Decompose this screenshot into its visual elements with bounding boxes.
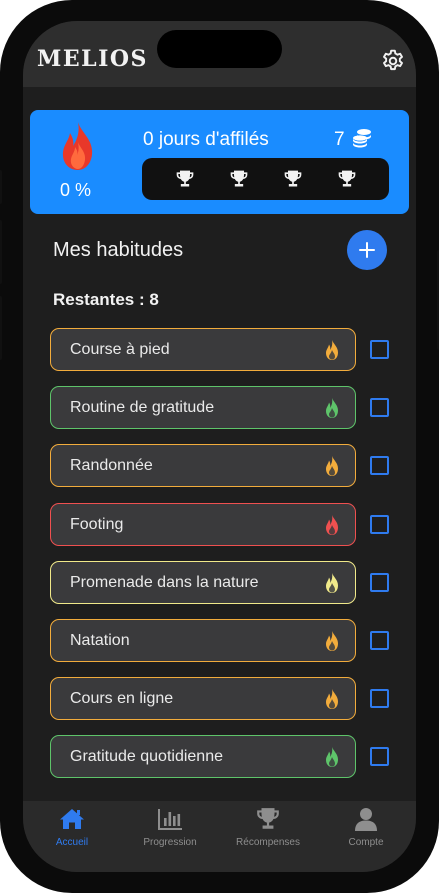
habit-checkbox[interactable] [370,747,389,766]
user-icon [355,808,377,831]
trophy-icon [230,170,248,187]
trophy-bar [142,158,389,200]
flame-icon [326,456,338,476]
habit-name: Footing [70,516,124,533]
streak-days: 0 jours d'affilés [143,129,269,150]
coins-icon [353,129,371,148]
tab-label: Compte [348,837,384,848]
habit-item[interactable]: Promenade dans la nature [50,561,356,604]
volume-down-button [0,296,2,360]
habit-item[interactable]: Gratitude quotidienne [50,735,356,778]
habit-checkbox[interactable] [370,456,389,475]
flame-icon [62,122,93,170]
habit-name: Routine de gratitude [70,399,215,416]
trophy-icon [338,170,356,187]
habit-checkbox[interactable] [370,398,389,417]
dynamic-island [157,30,282,68]
flame-icon [326,340,338,360]
remaining-count: Restantes : 8 [53,290,159,309]
habit-checkbox[interactable] [370,689,389,708]
habit-checkbox[interactable] [370,340,389,359]
flame-icon [326,515,338,535]
home-icon [60,809,84,829]
trophy-icon [176,170,194,187]
phone-frame: MELIOS 0 % 0 jours d'affilés 7 Mes habit… [0,0,439,893]
tab-label: Progression [143,837,197,848]
tab-bar: Accueil Progression Récompenses Compte [23,801,416,872]
habit-name: Natation [70,632,130,649]
flame-icon [326,747,338,767]
habit-name: Course à pied [70,341,170,358]
habit-item[interactable]: Randonnée [50,444,356,487]
streak-card: 0 % 0 jours d'affilés 7 [30,110,409,214]
add-habit-button[interactable] [347,230,387,270]
app-screen: MELIOS 0 % 0 jours d'affilés 7 Mes habit… [23,21,416,872]
habit-name: Cours en ligne [70,690,174,707]
tab-label: Accueil [55,837,89,848]
habit-name: Promenade dans la nature [70,574,259,591]
habit-checkbox[interactable] [370,573,389,592]
habit-item[interactable]: Routine de gratitude [50,386,356,429]
habit-item[interactable]: Natation [50,619,356,662]
coin-count: 7 [334,129,345,150]
habit-checkbox[interactable] [370,631,389,650]
habits-title: Mes habitudes [53,239,184,261]
habit-item[interactable]: Cours en ligne [50,677,356,720]
tab-progression[interactable]: Progression [121,801,219,861]
app-logo: MELIOS [37,46,148,72]
progress-percent: 0 % [60,180,92,200]
habit-checkbox[interactable] [370,515,389,534]
volume-up-button [0,220,2,284]
flame-icon [326,631,338,651]
trophy-icon [257,808,279,829]
habit-item[interactable]: Footing [50,503,356,546]
gear-icon[interactable] [380,48,406,74]
habit-item[interactable]: Course à pied [50,328,356,371]
tab-compte[interactable]: Compte [317,801,415,861]
tab-recompenses[interactable]: Récompenses [219,801,317,861]
action-button [0,170,2,204]
trophy-icon [284,170,302,187]
flame-icon [326,689,338,709]
habit-name: Gratitude quotidienne [70,748,223,765]
bar-chart-icon [158,809,182,830]
tab-accueil[interactable]: Accueil [23,801,121,861]
flame-icon [326,573,338,593]
flame-icon [326,398,338,418]
tab-label: Récompenses [236,837,300,848]
habit-name: Randonnée [70,457,153,474]
